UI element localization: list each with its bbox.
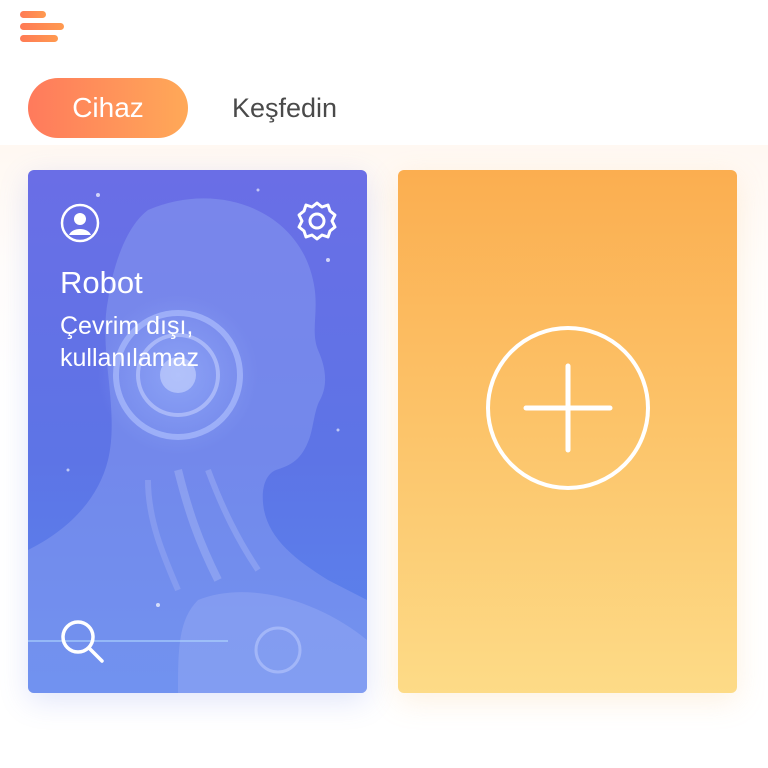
device-status: Çevrim dışı, kullanılamaz xyxy=(60,312,199,372)
device-card-robot[interactable]: Robot Çevrim dışı, kullanılamaz xyxy=(28,170,367,693)
robot-illustration xyxy=(28,188,367,693)
add-device-card[interactable] xyxy=(398,170,737,693)
device-home-screen: Cihaz Keşfedin Robot Çevrim dışı, kullan… xyxy=(0,0,768,768)
plus-circle-icon[interactable] xyxy=(484,324,652,492)
search-icon[interactable] xyxy=(58,617,106,665)
tab-bar: Cihaz Keşfedin xyxy=(28,78,337,138)
hamburger-menu-icon[interactable] xyxy=(20,8,66,46)
tab-discover[interactable]: Keşfedin xyxy=(232,78,337,138)
gear-icon[interactable] xyxy=(295,199,339,243)
device-name: Robot xyxy=(60,265,143,300)
tab-device[interactable]: Cihaz xyxy=(28,78,188,138)
user-icon xyxy=(60,203,100,243)
